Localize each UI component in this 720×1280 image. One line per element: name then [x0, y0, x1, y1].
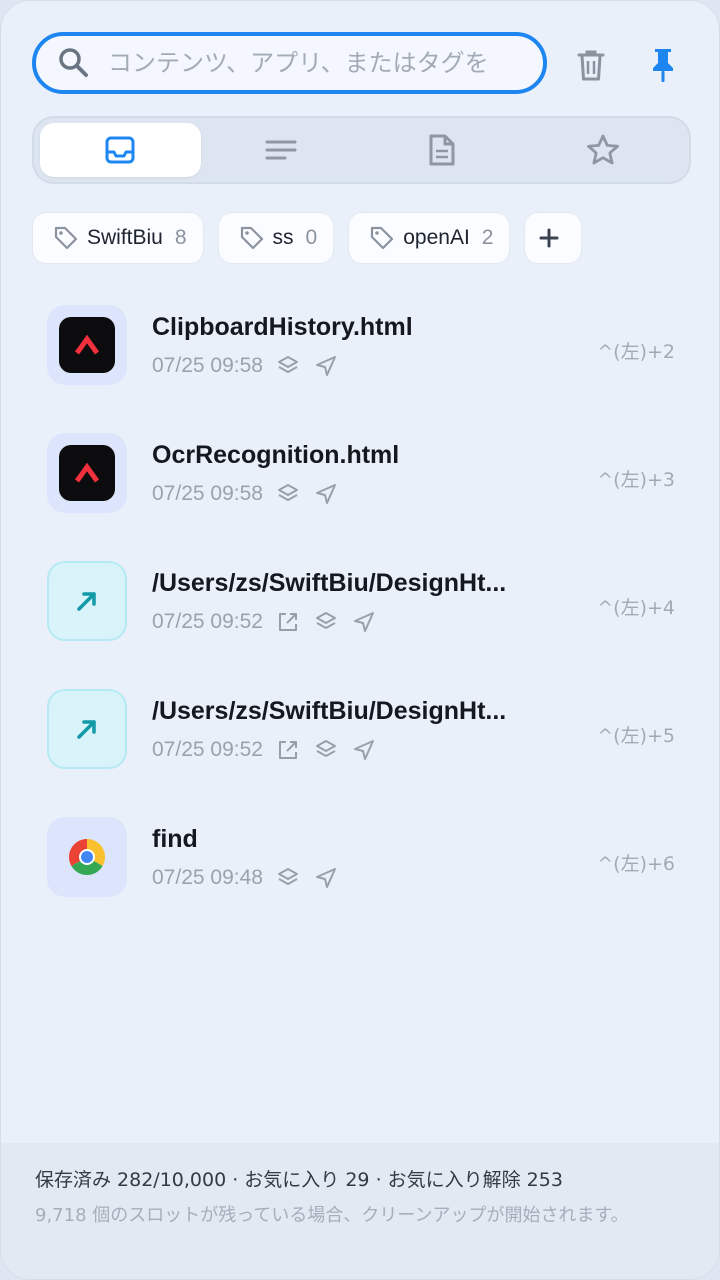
tab-text[interactable] [201, 123, 362, 177]
item-meta: 07/25 09:58 [152, 351, 353, 381]
send-icon[interactable] [353, 739, 375, 761]
item-title: /Users/zs/SwiftBiu/DesignHt... [152, 697, 507, 725]
tag-icon [371, 226, 394, 250]
item-meta: 07/25 09:58 [152, 479, 353, 509]
cleanup-note: 9,718 個のスロットが残っている場合、クリーンアップが開始されます。 [35, 1205, 629, 1226]
tag-count: 8 [174, 226, 187, 249]
item-meta: 07/25 09:48 [152, 863, 353, 893]
app-icon [47, 689, 127, 769]
text-lines-icon [265, 140, 297, 160]
layers-icon[interactable] [277, 483, 299, 505]
trash-icon [577, 50, 605, 81]
pin-button[interactable] [641, 43, 685, 87]
tag-count: 0 [305, 226, 318, 249]
add-tag-button[interactable] [524, 212, 583, 264]
list-item[interactable]: /Users/zs/SwiftBiu/DesignHt... 07/25 09:… [47, 561, 687, 641]
storage-stats: 保存済み 282/10,000 · お気に入り 29 · お気に入り解除 253 [35, 1169, 563, 1191]
send-icon[interactable] [315, 867, 337, 889]
storage-footer: 保存済み 282/10,000 · お気に入り 29 · お気に入り解除 253… [1, 1143, 719, 1279]
item-time: 07/25 09:52 [152, 610, 263, 633]
tag-name: ss [272, 226, 294, 249]
red-chevron-app-icon [59, 317, 115, 373]
clipboard-panel: SwiftBiu 8 ss 0 openAI 2 [0, 0, 720, 1280]
item-time: 07/25 09:58 [152, 354, 263, 377]
app-icon [47, 817, 127, 897]
item-shortcut: ^(左)+3 [597, 469, 675, 491]
item-time: 07/25 09:58 [152, 482, 263, 505]
tag-chips: SwiftBiu 8 ss 0 openAI 2 [32, 212, 583, 264]
search-input[interactable] [108, 49, 528, 77]
tag-count: 2 [481, 226, 494, 249]
layers-icon[interactable] [315, 739, 337, 761]
tag-name: SwiftBiu [87, 226, 163, 249]
send-icon[interactable] [315, 355, 337, 377]
inbox-icon [105, 136, 135, 164]
clear-button[interactable] [569, 43, 613, 87]
app-icon [47, 305, 127, 385]
magnifier-icon [59, 48, 88, 77]
pin-icon [653, 49, 673, 82]
chrome-icon [68, 839, 106, 876]
tag-chip-openai[interactable]: openAI 2 [348, 212, 511, 264]
plus-icon [539, 228, 559, 248]
tab-inbox[interactable] [40, 123, 201, 177]
search-box[interactable] [32, 32, 547, 94]
category-tabs [32, 116, 691, 184]
list-item[interactable]: ClipboardHistory.html 07/25 09:58 ^(左)+2 [47, 305, 687, 385]
tab-documents[interactable] [362, 123, 523, 177]
item-title: /Users/zs/SwiftBiu/DesignHt... [152, 569, 507, 597]
link-arrow-icon [77, 592, 96, 611]
list-item[interactable]: /Users/zs/SwiftBiu/DesignHt... 07/25 09:… [47, 689, 687, 769]
item-time: 07/25 09:48 [152, 866, 263, 889]
tab-favorites[interactable] [522, 123, 683, 177]
item-shortcut: ^(左)+4 [597, 597, 675, 619]
document-icon [429, 134, 455, 166]
tag-icon [240, 226, 263, 250]
link-arrow-icon [77, 720, 96, 739]
app-icon [47, 433, 127, 513]
tag-chip-swiftbiu[interactable]: SwiftBiu 8 [32, 212, 204, 264]
star-icon [586, 134, 619, 165]
open-external-icon[interactable] [277, 739, 299, 761]
item-time: 07/25 09:52 [152, 738, 263, 761]
item-shortcut: ^(左)+5 [597, 725, 675, 747]
item-meta: 07/25 09:52 [152, 735, 391, 765]
tag-chip-ss[interactable]: ss 0 [217, 212, 335, 264]
open-external-icon[interactable] [277, 611, 299, 633]
app-icon [47, 561, 127, 641]
item-meta: 07/25 09:52 [152, 607, 391, 637]
tag-name: openAI [403, 226, 470, 249]
layers-icon[interactable] [277, 867, 299, 889]
item-title: find [152, 825, 198, 853]
red-chevron-app-icon [59, 445, 115, 501]
layers-icon[interactable] [315, 611, 337, 633]
item-shortcut: ^(左)+6 [597, 853, 675, 875]
list-item[interactable]: OcrRecognition.html 07/25 09:58 ^(左)+3 [47, 433, 687, 513]
item-shortcut: ^(左)+2 [597, 341, 675, 363]
item-title: ClipboardHistory.html [152, 313, 413, 341]
layers-icon[interactable] [277, 355, 299, 377]
send-icon[interactable] [353, 611, 375, 633]
send-icon[interactable] [315, 483, 337, 505]
item-title: OcrRecognition.html [152, 441, 400, 469]
list-item[interactable]: find 07/25 09:48 ^(左)+6 [47, 817, 687, 897]
tag-icon [54, 226, 78, 250]
